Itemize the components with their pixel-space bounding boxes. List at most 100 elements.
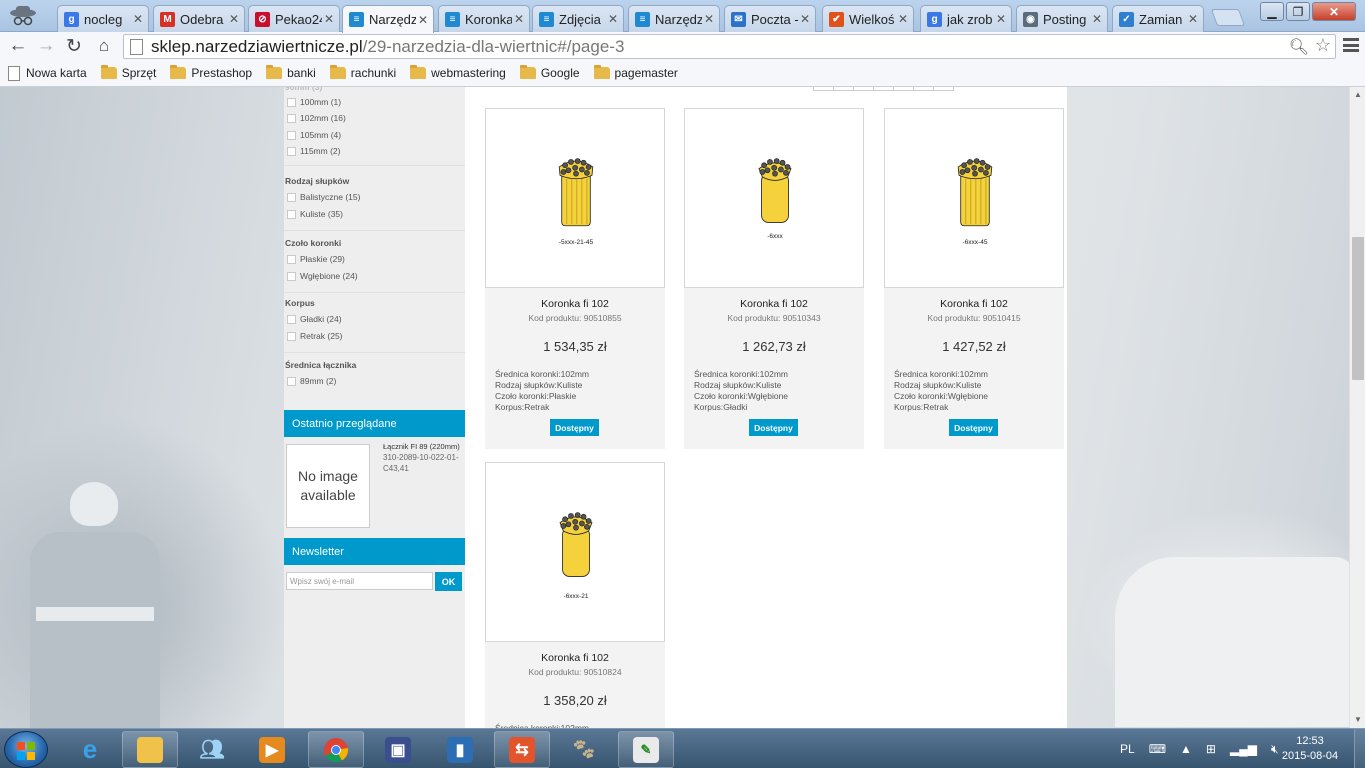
bookmark-item[interactable]: Google: [519, 65, 580, 80]
scrollbar-thumb[interactable]: [1352, 237, 1364, 380]
taskbar-save-app[interactable]: ▣: [370, 731, 426, 768]
pagination-item[interactable]: [813, 87, 834, 91]
bookmark-item[interactable]: banki: [266, 65, 316, 80]
product-name[interactable]: Koronka fi 102: [884, 298, 1064, 310]
minimize-button[interactable]: ▁: [1260, 2, 1284, 21]
show-desktop-button[interactable]: [1354, 729, 1365, 768]
taskbar-media-player[interactable]: ▶: [244, 731, 300, 768]
product-card[interactable]: -6xxx-21 Koronka fi 102 Kod produktu: 9051…: [485, 462, 665, 728]
pagination-item[interactable]: [873, 87, 894, 91]
filter-checkbox[interactable]: [287, 130, 296, 140]
filter-checkbox[interactable]: [287, 271, 296, 281]
taskbar-ftp-app[interactable]: ⇆: [494, 731, 550, 768]
browser-tab[interactable]: ⊘ Pekao24 ✕: [248, 5, 340, 32]
close-tab-icon[interactable]: ✕: [994, 12, 1008, 26]
browser-tab[interactable]: g nocleg ✕: [57, 5, 149, 32]
bookmark-item[interactable]: pagemaster: [593, 65, 678, 80]
filter-checkbox[interactable]: [287, 113, 296, 123]
filter-option[interactable]: Balistyczne (15): [284, 192, 360, 202]
recently-viewed-product-name[interactable]: Łącznik FI 89 (220mm): [383, 442, 465, 451]
new-tab-button[interactable]: [1210, 9, 1246, 26]
bookmark-item[interactable]: Nowa karta: [8, 65, 87, 81]
forward-arrow-icon[interactable]: →: [34, 35, 58, 57]
product-card[interactable]: -6xxx Koronka fi 102 Kod produktu: 9051034…: [684, 108, 864, 449]
pagination-item[interactable]: [933, 87, 954, 91]
back-arrow-icon[interactable]: ←: [6, 35, 30, 57]
close-tab-icon[interactable]: ✕: [227, 12, 241, 26]
taskbar-chrome[interactable]: [308, 731, 364, 768]
browser-tab[interactable]: g jak zrob ✕: [920, 5, 1012, 32]
filter-checkbox[interactable]: [287, 254, 296, 264]
product-name[interactable]: Koronka fi 102: [485, 298, 665, 310]
browser-tab[interactable]: M Odebra ✕: [153, 5, 245, 32]
show-hidden-icons-icon[interactable]: ▲: [1180, 742, 1192, 756]
filter-option[interactable]: Płaskie (29): [284, 254, 345, 264]
filter-option[interactable]: 100mm (1): [284, 97, 341, 107]
start-button[interactable]: [4, 731, 48, 768]
close-tab-icon[interactable]: ✕: [1186, 12, 1200, 26]
close-tab-icon[interactable]: ✕: [131, 12, 145, 26]
product-name[interactable]: Koronka fi 102: [485, 652, 665, 664]
filter-option[interactable]: Retrak (25): [284, 331, 343, 341]
bookmark-item[interactable]: Prestashop: [170, 65, 252, 80]
browser-tab[interactable]: ≡ Zdjęcia ✕: [532, 5, 624, 32]
close-tab-icon[interactable]: ✕: [606, 12, 620, 26]
taskbar-gimp[interactable]: 🐾︎: [556, 731, 612, 768]
close-tab-icon[interactable]: ✕: [1090, 12, 1104, 26]
pagination-item[interactable]: [833, 87, 854, 91]
taskbar-internet-explorer[interactable]: e: [62, 731, 118, 768]
taskbar-file-explorer[interactable]: [122, 731, 178, 768]
language-indicator[interactable]: PL: [1120, 742, 1135, 756]
filter-checkbox[interactable]: [287, 376, 296, 386]
filter-option[interactable]: Wgłębione (24): [284, 271, 358, 281]
product-name[interactable]: Koronka fi 102: [684, 298, 864, 310]
home-icon[interactable]: ⌂: [92, 35, 116, 57]
filter-checkbox[interactable]: [287, 331, 296, 341]
taskbar-notepad-plus[interactable]: ✎: [618, 731, 674, 768]
product-image[interactable]: -6xxx-21: [485, 462, 665, 642]
newsletter-ok-button[interactable]: OK: [435, 572, 462, 591]
pagination-item[interactable]: [853, 87, 874, 91]
pagination-item[interactable]: [893, 87, 914, 91]
incognito-profile-icon[interactable]: [6, 4, 40, 28]
availability-badge[interactable]: Dostępny: [949, 419, 998, 436]
recently-viewed-thumbnail[interactable]: No image available: [286, 444, 370, 528]
windows-flag-icon[interactable]: ⊞: [1206, 742, 1216, 756]
filter-option[interactable]: 89mm (2): [284, 376, 336, 386]
chrome-menu-icon[interactable]: [1342, 36, 1360, 54]
browser-tab[interactable]: ✉ Poczta - ✕: [724, 5, 816, 32]
close-tab-icon[interactable]: ✕: [416, 13, 430, 27]
close-tab-icon[interactable]: ✕: [896, 12, 910, 26]
newsletter-email-input[interactable]: Wpisz swój e-mail: [286, 572, 433, 590]
browser-tab[interactable]: ✔ Wielkoś ✕: [822, 5, 914, 32]
product-image[interactable]: -6xxx: [684, 108, 864, 288]
filter-option[interactable]: 105mm (4): [284, 130, 341, 140]
taskbar-server-app[interactable]: ▮: [432, 731, 488, 768]
close-window-button[interactable]: ✕: [1312, 2, 1356, 21]
vertical-scrollbar[interactable]: ▲ ▼: [1349, 87, 1365, 728]
browser-tab[interactable]: ≡ Narzędz ✕: [628, 5, 720, 32]
bookmark-item[interactable]: rachunki: [329, 65, 396, 80]
product-card[interactable]: -6xxx-45 Koronka fi 102 Kod produktu: 9051…: [884, 108, 1064, 449]
close-tab-icon[interactable]: ✕: [512, 12, 526, 26]
filter-checkbox[interactable]: [287, 209, 296, 219]
pagination-item[interactable]: [913, 87, 934, 91]
scroll-up-arrow-icon[interactable]: ▲: [1354, 90, 1362, 99]
filter-option[interactable]: 102mm (16): [284, 113, 346, 123]
bookmark-star-icon[interactable]: ☆: [1315, 35, 1331, 56]
address-bar[interactable]: sklep.narzedziawiertnicze.pl/29-narzedzi…: [123, 34, 1336, 59]
product-card[interactable]: -5xxx-21-45 Koronka fi 102 Kod produktu: 9…: [485, 108, 665, 449]
product-image[interactable]: -6xxx-45: [884, 108, 1064, 288]
bookmark-item[interactable]: webmastering: [410, 65, 506, 80]
browser-tab[interactable]: ✓ Zamian ✕: [1112, 5, 1204, 32]
maximize-button[interactable]: ❐: [1286, 2, 1310, 21]
zoom-icon[interactable]: 🔍︎: [1289, 37, 1309, 57]
filter-checkbox[interactable]: [287, 314, 296, 324]
filter-option[interactable]: Kuliste (35): [284, 209, 343, 219]
filter-option[interactable]: 115mm (2): [284, 146, 340, 156]
filter-checkbox[interactable]: [287, 97, 296, 107]
network-signal-icon[interactable]: ▂▄▆: [1230, 742, 1257, 756]
browser-tab[interactable]: ◉ Posting ✕: [1016, 5, 1108, 32]
browser-tab[interactable]: ≡ Koronka ✕: [438, 5, 530, 32]
filter-checkbox[interactable]: [287, 192, 296, 202]
